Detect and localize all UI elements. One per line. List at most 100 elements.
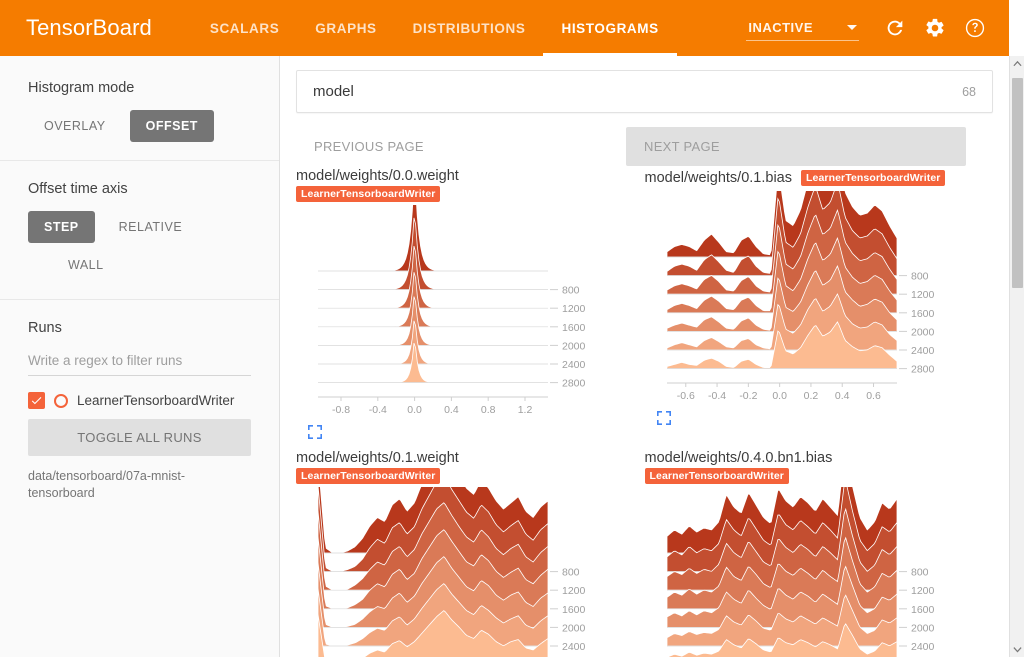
- histogram-plot[interactable]: -0.8-0.40.00.40.81.280012001600200024002…: [296, 205, 626, 423]
- toggle-all-runs-button[interactable]: TOGGLE ALL RUNS: [28, 419, 251, 456]
- step-axis-label: 2800: [911, 364, 935, 376]
- run-color-dot: [54, 394, 68, 408]
- runs-filter-input[interactable]: [28, 350, 251, 376]
- tag-group-header[interactable]: model 68: [296, 70, 993, 113]
- run-checkbox[interactable]: [28, 392, 45, 409]
- step-axis-label: 800: [562, 567, 580, 579]
- next-page-button[interactable]: NEXT PAGE: [626, 127, 966, 166]
- histogram-card-header: model/weights/0.1.bias LearnerTensorboard…: [645, 168, 984, 188]
- top-bar-actions: INACTIVE: [746, 10, 1009, 46]
- app-brand: TensorBoard: [26, 15, 152, 41]
- tab-distributions[interactable]: DISTRIBUTIONS: [395, 0, 544, 56]
- histogram-series-area: [318, 297, 548, 346]
- step-axis-label: 800: [911, 567, 929, 579]
- histogram-mode-overlay[interactable]: OVERLAY: [28, 110, 122, 142]
- histogram-mode-options: OVERLAY OFFSET: [28, 110, 251, 142]
- histogram-card-header: model/weights/0.0.weightLearnerTensorboa…: [296, 168, 635, 202]
- step-axis-label: 2400: [562, 359, 586, 371]
- histogram-card: model/weights/0.1.bias LearnerTensorboard…: [645, 168, 994, 450]
- histogram-card: model/weights/0.1.weightLearnerTensorboa…: [296, 450, 645, 657]
- histogram-run-tag: LearnerTensorboardWriter: [296, 186, 440, 202]
- x-axis-tick-label: 0.4: [444, 404, 459, 416]
- histogram-plot[interactable]: -0.6 -0.4 -0.2 0.0 0.2 0.4 0.6 800 1200 1600 2000 2…: [645, 191, 975, 409]
- step-axis-label: 800: [562, 285, 580, 297]
- step-axis-label: 1200: [911, 289, 935, 301]
- gear-icon[interactable]: [917, 10, 953, 46]
- x-axis-tick-label: 0.8: [481, 404, 496, 416]
- main-content: model 68 PREVIOUS PAGE NEXT PAGE model/w…: [280, 56, 1009, 657]
- run-label: LearnerTensorboardWriter: [77, 393, 234, 408]
- histogram-card-header: model/weights/0.4.0.bn1.biasLearnerTenso…: [645, 450, 984, 484]
- tag-group-title: model: [313, 83, 354, 100]
- previous-page-button[interactable]: PREVIOUS PAGE: [296, 127, 626, 166]
- histogram-series-area: [318, 272, 548, 327]
- run-item-learner-tensorboard-writer[interactable]: LearnerTensorboardWriter: [28, 392, 251, 409]
- x-axis-tick-label: -0.6: [676, 390, 694, 402]
- step-axis-label: 1600: [911, 308, 935, 320]
- histogram-mode-title: Histogram mode: [28, 80, 251, 96]
- x-axis-tick-label: -0.2: [739, 390, 757, 402]
- histogram-run-tag: LearnerTensorboardWriter: [296, 468, 440, 484]
- runs-title: Runs: [28, 320, 251, 336]
- help-icon[interactable]: [957, 10, 993, 46]
- tab-histograms[interactable]: HISTOGRAMS: [543, 0, 676, 56]
- histogram-series-area: [318, 218, 548, 290]
- step-axis-label: 2000: [911, 622, 935, 634]
- body-wrapper: Histogram mode OVERLAY OFFSET Offset tim…: [0, 56, 1009, 657]
- histogram-run-tag: LearnerTensorboardWriter: [801, 170, 945, 186]
- histogram-grid: model/weights/0.0.weightLearnerTensorboa…: [296, 168, 993, 657]
- offset-time-axis-title: Offset time axis: [28, 181, 251, 197]
- step-axis-label: 1600: [562, 322, 586, 334]
- x-axis-tick-label: 0.2: [803, 390, 818, 402]
- refresh-icon[interactable]: [877, 10, 913, 46]
- scroll-up-arrow-icon[interactable]: [1010, 56, 1024, 71]
- step-axis-label: 1200: [911, 585, 935, 597]
- scrollbar-thumb[interactable]: [1012, 78, 1023, 288]
- main-tabs: SCALARS GRAPHS DISTRIBUTIONS HISTOGRAMS: [192, 0, 677, 56]
- step-axis-label: 2800: [562, 378, 586, 390]
- step-axis-label: 2400: [911, 641, 935, 653]
- tag-group-count: 68: [962, 85, 976, 99]
- x-axis-tick-label: 0.0: [407, 404, 422, 416]
- reload-status-label: INACTIVE: [748, 20, 813, 35]
- time-axis-wall[interactable]: WALL: [52, 249, 120, 281]
- histogram-card: model/weights/0.0.weightLearnerTensorboa…: [296, 168, 645, 450]
- histogram-title: model/weights/0.4.0.bn1.bias: [645, 450, 984, 466]
- expand-icon[interactable]: [308, 425, 635, 444]
- histogram-plot[interactable]: -0.5-0.3-0.10.10.38001200160020002400280…: [645, 487, 975, 657]
- step-axis-label: 1600: [562, 604, 586, 616]
- step-axis-label: 1600: [911, 604, 935, 616]
- x-axis-tick-label: -0.4: [708, 390, 726, 402]
- page-scrollbar[interactable]: [1009, 56, 1024, 657]
- step-axis-label: 800: [911, 271, 929, 283]
- step-axis-label: 2000: [562, 622, 586, 634]
- section-histogram-mode: Histogram mode OVERLAY OFFSET: [0, 60, 279, 161]
- step-axis-label: 2000: [911, 326, 935, 338]
- tab-scalars[interactable]: SCALARS: [192, 0, 297, 56]
- pagination-controls: PREVIOUS PAGE NEXT PAGE: [296, 127, 993, 166]
- step-axis-label: 2000: [562, 340, 586, 352]
- tab-graphs[interactable]: GRAPHS: [297, 0, 394, 56]
- x-axis-tick-label: 0.6: [866, 390, 881, 402]
- histogram-series-area: [318, 321, 548, 364]
- sidebar: Histogram mode OVERLAY OFFSET Offset tim…: [0, 56, 280, 657]
- x-axis-tick-label: 0.4: [834, 390, 849, 402]
- chevron-down-icon: [847, 25, 857, 30]
- top-app-bar: TensorBoard SCALARS GRAPHS DISTRIBUTIONS…: [0, 0, 1009, 56]
- histogram-title: model/weights/0.1.bias: [645, 170, 793, 186]
- step-axis-label: 1200: [562, 303, 586, 315]
- x-axis-tick-label: 1.2: [518, 404, 533, 416]
- time-axis-relative[interactable]: RELATIVE: [103, 211, 199, 243]
- x-axis-tick-label: 0.0: [772, 390, 787, 402]
- step-axis-label: 2400: [911, 345, 935, 357]
- histogram-series-area: [318, 343, 548, 383]
- tensorboard-app: TensorBoard SCALARS GRAPHS DISTRIBUTIONS…: [0, 0, 1024, 657]
- histogram-mode-offset[interactable]: OFFSET: [130, 110, 214, 142]
- histogram-series-area: [318, 205, 548, 271]
- time-axis-step[interactable]: STEP: [28, 211, 95, 243]
- histogram-plot[interactable]: 0.000.100.200.300.400.508001200160020002…: [296, 487, 626, 657]
- scroll-down-arrow-icon[interactable]: [1010, 642, 1024, 657]
- reload-status-select[interactable]: INACTIVE: [746, 16, 859, 41]
- logdir-text: data/tensorboard/07a-mnist-tensorboard: [28, 468, 251, 502]
- expand-icon[interactable]: [657, 411, 984, 430]
